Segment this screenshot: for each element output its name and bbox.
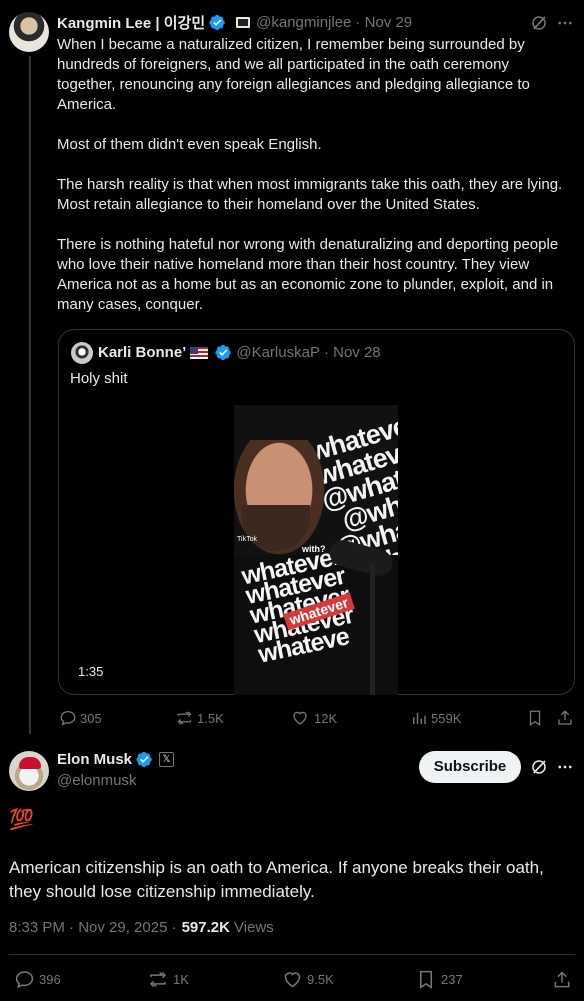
share-icon: [554, 970, 569, 987]
bookmark-icon: [419, 970, 433, 989]
quoted-tweet-date[interactable]: · Nov 28: [324, 344, 381, 361]
tweet-date[interactable]: · Nov 29: [355, 14, 412, 31]
tweet2-header: Elon Musk 𝕏: [57, 751, 175, 768]
quoted-tweet-text: Holy shit: [70, 370, 128, 387]
quoted-author-name[interactable]: Karli Bonne’: [98, 344, 186, 361]
us-flag-icon: [190, 346, 209, 359]
quoted-tweet-header: Karli Bonne’ @KarluskaP · Nov 28: [98, 344, 381, 361]
tweet2-meta: 8:33 PM · Nov 29, 2025 · 597.2K Views: [9, 919, 274, 936]
reply-button[interactable]: 305: [59, 709, 102, 727]
reply-icon: [60, 710, 76, 726]
tweet-paragraph: There is nothing hateful nor wrong with …: [57, 236, 559, 313]
x-affiliate-icon: 𝕏: [159, 752, 175, 767]
views-count: 597.2K: [181, 919, 230, 936]
repost-button[interactable]: 1.5K: [175, 709, 224, 727]
reply-count: 396: [39, 972, 61, 987]
bookmark-button[interactable]: [526, 709, 544, 727]
reply-icon: [15, 971, 34, 989]
author-name[interactable]: Kangmin Lee | 이강민: [57, 12, 205, 33]
repost-button[interactable]: 1K: [147, 969, 189, 990]
subscribe-button[interactable]: Subscribe: [419, 751, 521, 783]
verified-badge-icon: [215, 344, 232, 361]
like-count: 9.5K: [307, 972, 334, 987]
grok-icon[interactable]: [528, 756, 550, 778]
more-options-icon[interactable]: [554, 756, 576, 778]
tweet1-body: When I became a naturalized citizen, I r…: [57, 35, 567, 335]
analytics-icon: [413, 712, 426, 724]
grok-icon[interactable]: [528, 12, 550, 34]
author-handle[interactable]: @kangminjlee: [256, 14, 351, 31]
bookmark-count: 237: [441, 972, 463, 987]
share-icon: [558, 710, 572, 725]
repost-icon: [177, 711, 192, 725]
author-name[interactable]: Elon Musk: [57, 751, 132, 768]
divider: [9, 954, 575, 955]
repost-icon: [149, 971, 167, 988]
tweet2-body: American citizenship is an oath to Ameri…: [9, 858, 544, 901]
heart-icon: [284, 972, 301, 988]
like-button[interactable]: 9.5K: [282, 969, 334, 990]
repost-count: 1.5K: [197, 710, 224, 726]
video-mic-stand: [370, 563, 375, 695]
tweet-paragraph: When I became a naturalized citizen, I r…: [57, 36, 530, 113]
reply-count: 305: [80, 710, 102, 726]
quoted-video-player[interactable]: @whatever @whatever @whatev @whate @what…: [234, 405, 398, 695]
tweet-paragraph: The harsh reality is that when most immi…: [57, 176, 563, 213]
author-handle[interactable]: @elonmusk: [57, 772, 136, 789]
more-options-icon[interactable]: [554, 12, 576, 34]
kangmin-avatar[interactable]: [9, 12, 49, 52]
tweet1-header: Kangmin Lee | 이강민 @kangminjlee · Nov 29: [57, 12, 412, 33]
reply-button[interactable]: 396: [14, 969, 61, 990]
tweet-timestamp[interactable]: 8:33 PM · Nov 29, 2025 ·: [9, 919, 177, 936]
views-button[interactable]: 559K: [410, 709, 461, 727]
verified-badge-icon: [136, 751, 152, 768]
video-duration: 1:35: [78, 664, 104, 679]
affiliate-badge-icon: [236, 17, 251, 28]
tiktok-watermark: TikTok: [237, 536, 257, 543]
share-button[interactable]: [551, 969, 572, 990]
repost-count: 1K: [173, 972, 189, 987]
elon-avatar[interactable]: [9, 751, 49, 791]
views-count: 559K: [431, 710, 462, 726]
quoted-author-handle[interactable]: @KarluskaP: [236, 344, 320, 361]
heart-icon: [293, 711, 307, 725]
share-button[interactable]: [556, 709, 574, 727]
hundred-emoji: 💯: [9, 809, 34, 831]
video-caption: with?: [302, 544, 326, 554]
bookmark-icon: [529, 710, 541, 727]
bookmark-button[interactable]: 237: [417, 969, 463, 990]
thread-connector-line: [29, 56, 31, 734]
tweet-paragraph: Most of them didn't even speak English.: [57, 136, 322, 153]
like-button[interactable]: 12K: [291, 709, 337, 727]
views-label: Views: [233, 919, 274, 936]
karli-avatar[interactable]: [71, 342, 93, 364]
verified-badge-icon: [209, 14, 225, 31]
like-count: 12K: [314, 710, 338, 726]
